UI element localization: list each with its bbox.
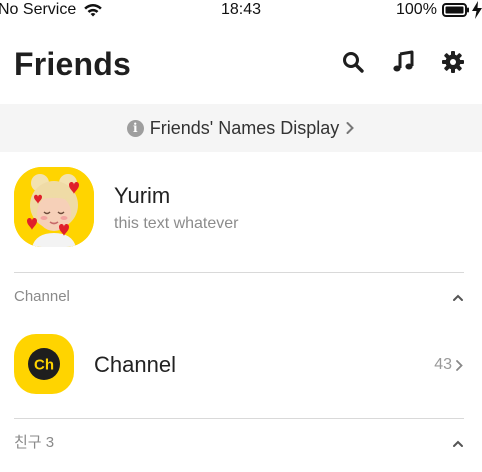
- chevron-right-icon: [345, 121, 355, 135]
- chevron-up-icon[interactable]: [452, 436, 464, 447]
- banner-label: Friends' Names Display: [149, 117, 340, 138]
- search-icon[interactable]: [341, 50, 365, 74]
- page-title: Friends: [14, 46, 131, 82]
- channel-count: 43: [434, 356, 452, 373]
- music-note-icon[interactable]: [391, 50, 415, 74]
- channel-section-header[interactable]: Channel: [0, 282, 482, 312]
- divider: [14, 418, 464, 419]
- chevron-right-icon: [455, 359, 464, 372]
- profile-status-message: this text whatever: [114, 215, 239, 232]
- charging-bolt-icon: [472, 1, 482, 19]
- channel-name: Channel: [94, 352, 176, 377]
- section-label-friends: 친구 3: [14, 434, 55, 451]
- chevron-up-icon[interactable]: [452, 290, 464, 301]
- divider: [14, 272, 464, 273]
- channel-icon-text: Ch: [34, 357, 54, 374]
- info-icon: i: [126, 119, 144, 137]
- avatar[interactable]: [14, 167, 94, 247]
- battery-percent: 100%: [396, 1, 437, 18]
- section-label-channel: Channel: [14, 288, 70, 305]
- status-bar: No Service 18:43 100%: [0, 0, 482, 20]
- my-profile-row[interactable]: Yurim this text whatever: [0, 160, 482, 256]
- profile-name: Yurim: [114, 183, 171, 208]
- channel-icon: Ch: [14, 334, 74, 394]
- channel-list-item[interactable]: Ch Channel 43: [0, 328, 482, 400]
- battery-icon: [442, 3, 470, 17]
- friends-names-display-banner[interactable]: i Friends' Names Display: [0, 104, 482, 152]
- gear-icon[interactable]: [441, 50, 465, 74]
- friends-section-header[interactable]: 친구 3: [0, 428, 482, 458]
